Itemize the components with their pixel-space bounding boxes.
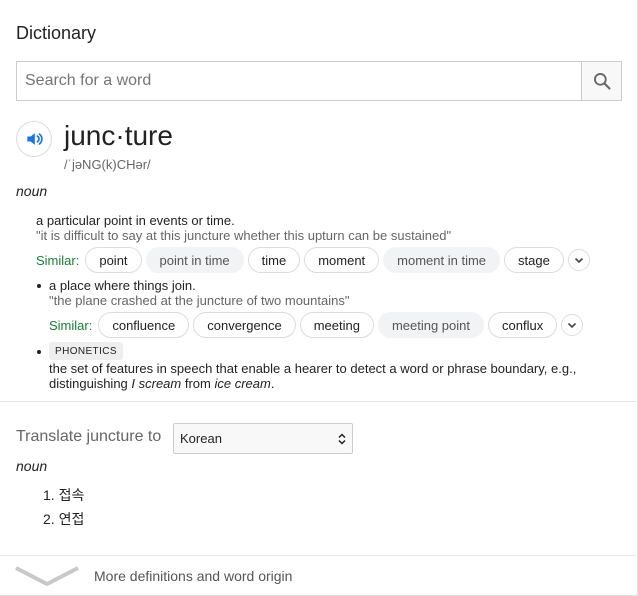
pronounce-button[interactable] [16,121,52,157]
dictionary-card: Dictionary junc·ture /ˈjəNG(k)CHər/ noun… [0,0,638,596]
list-bullet [37,284,41,288]
search-box [16,61,622,101]
more-definitions-link[interactable]: More definitions and word origin [94,568,292,584]
sense-1-example: "it is difficult to say at this juncture… [36,228,452,243]
card-title: Dictionary [16,23,97,43]
synonym-chip[interactable]: stage [504,247,564,273]
expand-synonyms-button[interactable] [567,249,590,271]
language-select[interactable]: Korean [173,423,353,454]
chevron-down-icon [568,322,577,329]
sense-3-definition-cont: distinguishing I scream from ice cream. [49,376,275,391]
section-divider [0,401,638,402]
synonym-chip[interactable]: meeting point [377,312,484,338]
speaker-icon [27,133,43,145]
part-of-speech: noun [16,183,48,199]
synonym-chip[interactable]: time [247,247,301,273]
footer-divider [0,555,638,556]
similar-label: Similar: [49,317,93,333]
synonym-chip[interactable]: meeting [299,312,374,338]
translation-item: 2. 연접 [43,511,85,527]
search-button[interactable] [581,62,621,100]
subject-label: PHONETICS [49,342,123,360]
phonetic-spelling: /ˈjəNG(k)CHər/ [64,157,151,172]
expand-chevron-icon[interactable] [14,564,80,588]
sense-2-definition: a place where things join. [49,278,196,293]
sense-3-definition: the set of features in speech that enabl… [49,361,577,376]
synonym-chip[interactable]: moment in time [383,247,501,273]
synonym-chip[interactable]: convergence [193,312,296,338]
sense-1-similar-row: Similar: point point in time time moment… [36,247,590,273]
sense-2-example: "the plane crashed at the juncture of tw… [49,293,350,308]
synonym-chip[interactable]: confluence [98,312,190,338]
headword: junc·ture [64,120,173,151]
search-icon [593,73,611,90]
synonym-chip[interactable]: moment [304,247,380,273]
translation-part-of-speech: noun [16,458,48,474]
language-select-value: Korean [180,431,222,446]
sense-2-similar-row: Similar: confluence convergence meeting … [49,312,584,338]
similar-label: Similar: [36,252,80,268]
synonym-chip[interactable]: point [85,247,142,273]
synonym-chip[interactable]: conflux [488,312,558,338]
search-input[interactable] [17,62,581,100]
sense-1-definition: a particular point in events or time. [36,213,235,228]
translation-item: 1. 접속 [43,487,85,503]
chevron-down-icon [574,257,583,264]
expand-synonyms-button[interactable] [561,314,584,336]
list-bullet [37,350,41,354]
select-arrows-icon [338,433,346,445]
translate-label: Translate juncture to [16,428,162,445]
synonym-chip[interactable]: point in time [145,247,244,273]
